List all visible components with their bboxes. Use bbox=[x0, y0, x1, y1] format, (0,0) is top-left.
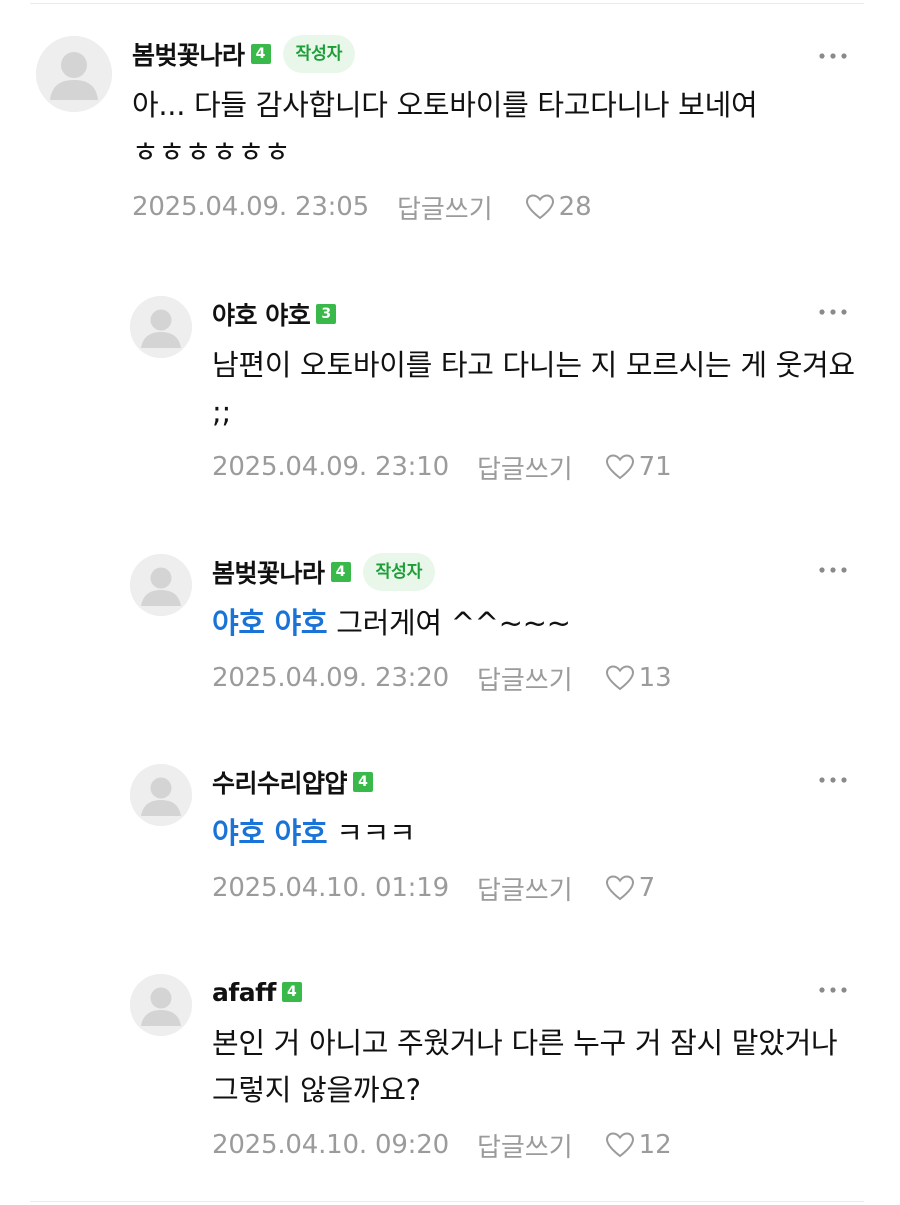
heart-icon bbox=[605, 1132, 634, 1158]
like-count: 28 bbox=[558, 192, 592, 222]
comment-nickname[interactable]: afaff bbox=[212, 978, 276, 1007]
more-dots-icon bbox=[819, 987, 847, 993]
comment-date: 2025.04.10. 01:19 bbox=[212, 873, 449, 903]
member-level-badge: 4 bbox=[281, 982, 302, 1002]
like-button[interactable]: 7 bbox=[605, 873, 656, 903]
more-options-button[interactable] bbox=[818, 308, 854, 328]
bottom-divider bbox=[30, 1201, 864, 1202]
more-options-button[interactable] bbox=[818, 776, 854, 796]
default-profile-icon bbox=[130, 554, 192, 616]
avatar[interactable] bbox=[130, 974, 192, 1036]
default-profile-icon bbox=[130, 974, 192, 1036]
heart-icon bbox=[605, 875, 634, 901]
mention-link[interactable]: 야호 야호 bbox=[212, 606, 328, 640]
comment-text-body: 본인 거 아니고 주웠거나 다른 누구 거 잠시 맡았거나 그렇지 않을까요? bbox=[212, 1026, 838, 1107]
like-count: 71 bbox=[638, 452, 672, 482]
default-profile-icon bbox=[130, 296, 192, 358]
comment-text-body: 아... 다들 감사합니다 오토바이를 타고다니나 보네여 ㅎㅎㅎㅎㅎㅎ bbox=[132, 88, 758, 169]
mention-link[interactable]: 야호 야호 bbox=[212, 816, 328, 850]
avatar[interactable] bbox=[36, 36, 112, 112]
more-dots-icon bbox=[819, 777, 847, 783]
comment-date: 2025.04.09. 23:20 bbox=[212, 663, 449, 693]
like-count: 12 bbox=[638, 1130, 672, 1160]
heart-icon bbox=[525, 194, 554, 220]
avatar[interactable] bbox=[130, 296, 192, 358]
comment-text-body: 그러게여 ^^~~~ bbox=[336, 606, 571, 640]
avatar[interactable] bbox=[130, 554, 192, 616]
author-badge: 작성자 bbox=[362, 553, 436, 591]
member-level-badge: 4 bbox=[330, 562, 351, 582]
reply-button[interactable]: 답글쓰기 bbox=[477, 870, 573, 907]
comment-text: 본인 거 아니고 주웠거나 다른 누구 거 잠시 맡았거나 그렇지 않을까요? bbox=[212, 1020, 862, 1114]
default-profile-icon bbox=[130, 764, 192, 826]
like-button[interactable]: 71 bbox=[605, 452, 672, 482]
heart-icon bbox=[605, 665, 634, 691]
reply-button[interactable]: 답글쓰기 bbox=[397, 189, 493, 226]
comment-nickname[interactable]: 봄벚꽃나라 bbox=[212, 554, 325, 590]
more-options-button[interactable] bbox=[818, 986, 854, 1006]
heart-icon bbox=[605, 454, 634, 480]
comment-text: 아... 다들 감사합니다 오토바이를 타고다니나 보네여 ㅎㅎㅎㅎㅎㅎ bbox=[132, 82, 872, 176]
author-badge: 작성자 bbox=[282, 35, 356, 73]
comment-date: 2025.04.09. 23:05 bbox=[132, 192, 369, 222]
more-options-button[interactable] bbox=[818, 52, 854, 72]
comment-text: 야호 야호 ㅋㅋㅋ bbox=[212, 810, 862, 857]
like-button[interactable]: 28 bbox=[525, 192, 592, 222]
more-dots-icon bbox=[819, 567, 847, 573]
avatar[interactable] bbox=[130, 764, 192, 826]
reply-button[interactable]: 답글쓰기 bbox=[477, 449, 573, 486]
comment-text-body: 남편이 오토바이를 타고 다니는 지 모르시는 게 웃겨요 ;; bbox=[212, 348, 855, 429]
more-options-button[interactable] bbox=[818, 566, 854, 586]
like-button[interactable]: 12 bbox=[605, 1130, 672, 1160]
default-profile-icon bbox=[36, 36, 112, 112]
more-dots-icon bbox=[819, 309, 847, 315]
member-level-badge: 3 bbox=[316, 304, 337, 324]
like-button[interactable]: 13 bbox=[605, 663, 672, 693]
reply-button[interactable]: 답글쓰기 bbox=[477, 660, 573, 697]
like-count: 7 bbox=[638, 873, 656, 903]
reply-button[interactable]: 답글쓰기 bbox=[477, 1127, 573, 1164]
comment-nickname[interactable]: 봄벚꽃나라 bbox=[132, 36, 245, 72]
top-divider bbox=[30, 3, 864, 4]
comment-text: 남편이 오토바이를 타고 다니는 지 모르시는 게 웃겨요 ;; bbox=[212, 342, 862, 436]
comment-text: 야호 야호 그러게여 ^^~~~ bbox=[212, 600, 862, 647]
comment-date: 2025.04.10. 09:20 bbox=[212, 1130, 449, 1160]
more-dots-icon bbox=[819, 53, 847, 59]
like-count: 13 bbox=[638, 663, 672, 693]
comment-text-body: ㅋㅋㅋ bbox=[336, 816, 416, 850]
comment-nickname[interactable]: 수리수리얍얍 bbox=[212, 764, 348, 800]
comment-nickname[interactable]: 야호 야호 bbox=[212, 296, 311, 332]
member-level-badge: 4 bbox=[353, 772, 374, 792]
member-level-badge: 4 bbox=[250, 44, 271, 64]
comment-date: 2025.04.09. 23:10 bbox=[212, 452, 449, 482]
